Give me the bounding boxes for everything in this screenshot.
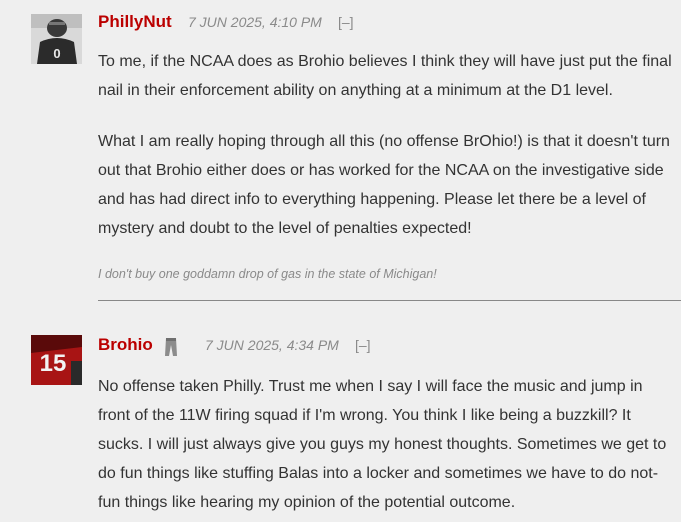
pants-icon <box>163 337 179 357</box>
collapse-toggle[interactable]: [–] <box>355 337 371 353</box>
svg-text:15: 15 <box>40 350 67 377</box>
avatar-brohio[interactable]: 15 <box>31 335 82 385</box>
comment-paragraph: What I am really hoping through all this… <box>98 133 670 237</box>
comment-timestamp[interactable]: 7 JUN 2025, 4:10 PM <box>188 14 322 30</box>
comment-paragraph: To me, if the NCAA does as Brohio believ… <box>98 53 672 99</box>
author-name[interactable]: PhillyNut <box>98 12 172 32</box>
comment-body: To me, if the NCAA does as Brohio believ… <box>98 47 673 243</box>
comment-divider <box>98 300 681 301</box>
svg-text:0: 0 <box>53 46 60 61</box>
comment-paragraph: No offense taken Philly. Trust me when I… <box>98 378 667 511</box>
jersey-15-avatar-icon: 15 <box>31 335 82 385</box>
helmet-jersey-avatar-icon: 0 <box>31 14 82 64</box>
author-name[interactable]: Brohio <box>98 335 153 355</box>
comment-timestamp[interactable]: 7 JUN 2025, 4:34 PM <box>205 337 339 353</box>
avatar-phillynut[interactable]: 0 <box>31 14 82 64</box>
comment-body: No offense taken Philly. Trust me when I… <box>98 372 673 517</box>
collapse-toggle[interactable]: [–] <box>338 14 354 30</box>
user-signature: I don't buy one goddamn drop of gas in t… <box>98 267 437 281</box>
